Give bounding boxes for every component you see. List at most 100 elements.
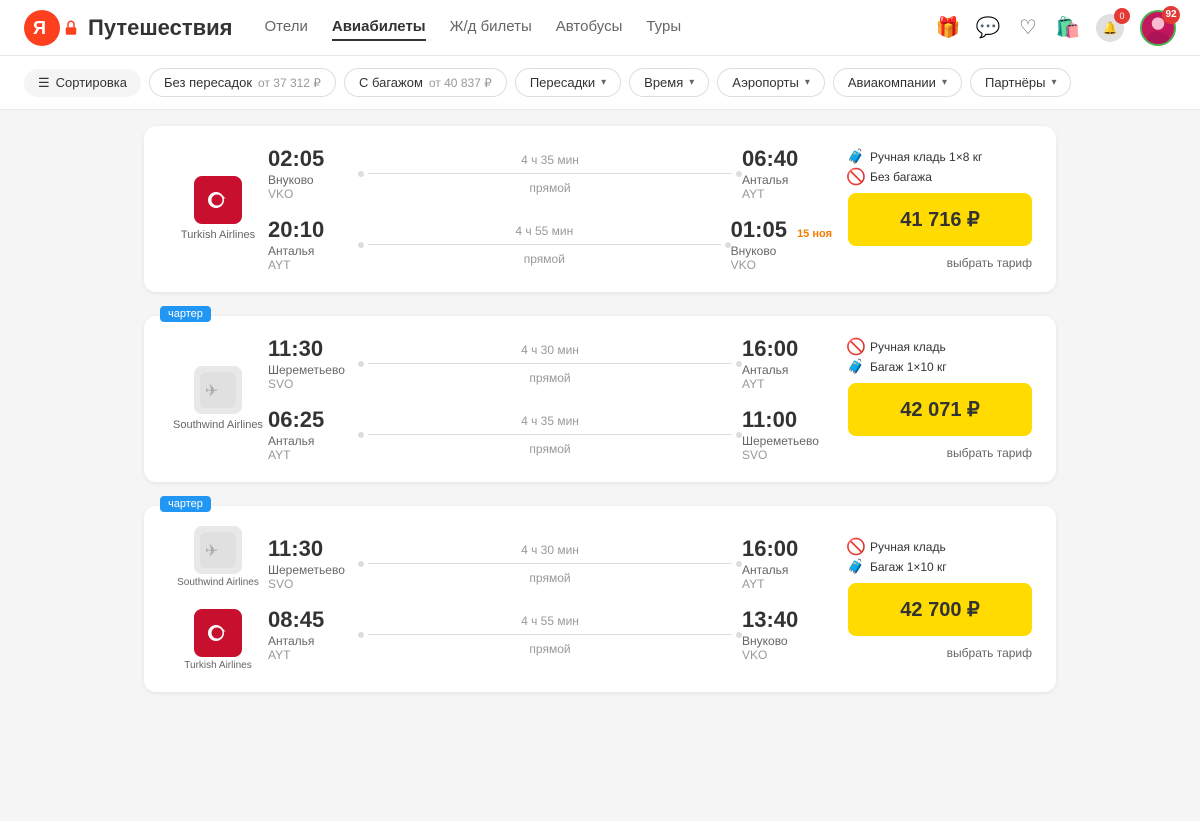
route-line-2-1 [358,361,742,367]
bag-icon[interactable]: 🛍️ [1056,16,1080,40]
arrive-code-2-1: AYT [742,377,832,391]
arrive-time-1-2: 01:05 15 ноя [731,217,832,243]
baggage-price: от 40 837 ₽ [429,76,492,90]
time-chevron: ▾ [689,77,694,88]
flight-card-3: чартер ✈ Southwind Airlines [144,506,1056,692]
depart-info-2-1: 11:30 Шереметьево SVO [268,336,358,391]
arrive-city-2-1: Анталья [742,363,832,377]
depart-time-1-2: 20:10 [268,217,358,243]
arrive-code-3-2: VKO [742,648,832,662]
airline-name-1: Turkish Airlines [181,228,255,242]
logo[interactable]: Я Путешествия [24,10,233,46]
direct-3-1: прямой [358,571,742,585]
arrive-date-badge-1-2: 15 ноя [797,228,832,240]
select-fare-button-1[interactable]: 41 716 ₽ [848,193,1032,246]
partners-filter[interactable]: Партнёры ▾ [970,68,1072,97]
no-transfer-label: Без пересадок [164,75,252,90]
flight-card-1: Turkish Airlines 02:05 Внуково VKO 4 ч 3… [144,126,1056,292]
duration-1-1: 4 ч 35 мин [358,153,742,167]
dot-left-1-1 [358,171,364,177]
depart-city-3-1: Шереметьево [268,563,358,577]
nav-train[interactable]: Ж/д билеты [450,14,532,41]
flight-row-2: ✈ Southwind Airlines 11:30 Шереметьево S… [168,336,1032,462]
duration-info-3-2: 4 ч 55 мин прямой [358,614,742,656]
duration-2-2: 4 ч 35 мин [358,414,742,428]
select-fare-button-2[interactable]: 42 071 ₽ [848,383,1032,436]
airports-filter[interactable]: Аэропорты ▾ [717,68,825,97]
arrive-code-1-1: AYT [742,187,832,201]
arrive-time-3-2: 13:40 [742,607,832,633]
depart-time-1-1: 02:05 [268,146,358,172]
airlines-filter[interactable]: Авиакомпании ▾ [833,68,962,97]
duration-info-2-1: 4 ч 30 мин прямой [358,343,742,385]
route-line-2-2 [358,432,742,438]
depart-city-2-1: Шереметьево [268,363,358,377]
chat-icon[interactable]: 💬 [976,16,1000,40]
southwind-airlines-icon-3: ✈ [200,532,236,568]
baggage-label: С багажом [359,75,423,90]
baggage-checked-3: 🧳 Багаж 1×10 кг [848,559,1032,575]
line-3-1 [368,563,732,564]
line-2-2 [368,434,732,435]
airlines-chevron: ▾ [942,77,947,88]
notification-button[interactable]: 🔔 0 [1096,14,1124,42]
segment-3-2: 08:45 Анталья AYT 4 ч 55 мин прямой [268,607,832,662]
route-line-1-2 [358,242,731,248]
depart-time-3-1: 11:30 [268,536,358,562]
duration-3-2: 4 ч 55 мин [358,614,742,628]
transfers-filter[interactable]: Пересадки ▾ [515,68,621,97]
baggage-filter[interactable]: С багажом от 40 837 ₽ [344,68,507,97]
nav-bus[interactable]: Автобусы [556,14,623,41]
avatar-wrapper[interactable]: 92 [1140,10,1176,46]
arrive-info-1-1: 06:40 Анталья AYT [742,146,832,201]
checked-bag-icon-2: 🧳 [848,359,864,375]
southwind-airlines-icon-2: ✈ [200,372,236,408]
carry-on-label-1: Ручная кладь 1×8 кг [870,150,982,164]
dot-left-2-2 [358,432,364,438]
airline-col-1: Turkish Airlines [168,176,268,242]
baggage-carry-2: 🚫 Ручная кладь [848,339,1032,355]
sort-label: Сортировка [56,75,127,90]
price-action-label-3: выбрать тариф [947,646,1032,660]
checked-bag-label-1: Без багажа [870,170,932,184]
arrive-info-2-2: 11:00 Шереметьево SVO [742,407,832,462]
line-1-2 [368,244,721,245]
price-amount-3: 42 700 ₽ [868,597,1012,622]
depart-city-2-2: Анталья [268,434,358,448]
nav-flights[interactable]: Авиабилеты [332,14,426,41]
notification-badge: 0 [1114,8,1130,24]
depart-info-3-1: 11:30 Шереметьево SVO [268,536,358,591]
gift-icon[interactable]: 🎁 [936,16,960,40]
depart-city-1-1: Внуково [268,173,358,187]
no-transfer-filter[interactable]: Без пересадок от 37 312 ₽ [149,68,336,97]
arrive-code-3-1: AYT [742,577,832,591]
time-filter[interactable]: Время ▾ [629,68,709,97]
depart-info-1-1: 02:05 Внуково VKO [268,146,358,201]
heart-icon[interactable]: ♡ [1016,16,1040,40]
depart-info-3-2: 08:45 Анталья AYT [268,607,358,662]
nav-tours[interactable]: Туры [646,14,681,41]
segment-3-1: 11:30 Шереметьево SVO 4 ч 30 мин прямой [268,536,832,591]
carry-on-label-2: Ручная кладь [870,340,946,354]
direct-1-1: прямой [358,181,742,195]
arrive-code-2-2: SVO [742,448,832,462]
price-col-2: 🚫 Ручная кладь 🧳 Багаж 1×10 кг 42 071 ₽ … [832,339,1032,460]
depart-code-1-2: AYT [268,258,358,272]
sort-icon: ☰ [38,75,50,91]
turkish-airlines-icon-3 [200,615,236,651]
nav-hotels[interactable]: Отели [265,14,308,41]
route-line-3-2 [358,632,742,638]
direct-3-2: прямой [358,642,742,656]
select-fare-button-3[interactable]: 42 700 ₽ [848,583,1032,636]
arrive-time-2-1: 16:00 [742,336,832,362]
direct-1-2: прямой [358,252,731,266]
sort-button[interactable]: ☰ Сортировка [24,69,141,97]
arrive-city-3-1: Анталья [742,563,832,577]
time-label: Время [644,75,683,90]
transfers-chevron: ▾ [601,77,606,88]
baggage-info-3: 🚫 Ручная кладь 🧳 Багаж 1×10 кг [848,539,1032,575]
dot-left-2-1 [358,361,364,367]
depart-city-3-2: Анталья [268,634,358,648]
flights-col-1: 02:05 Внуково VKO 4 ч 35 мин прямой [268,146,832,272]
duration-info-1-1: 4 ч 35 мин прямой [358,153,742,195]
